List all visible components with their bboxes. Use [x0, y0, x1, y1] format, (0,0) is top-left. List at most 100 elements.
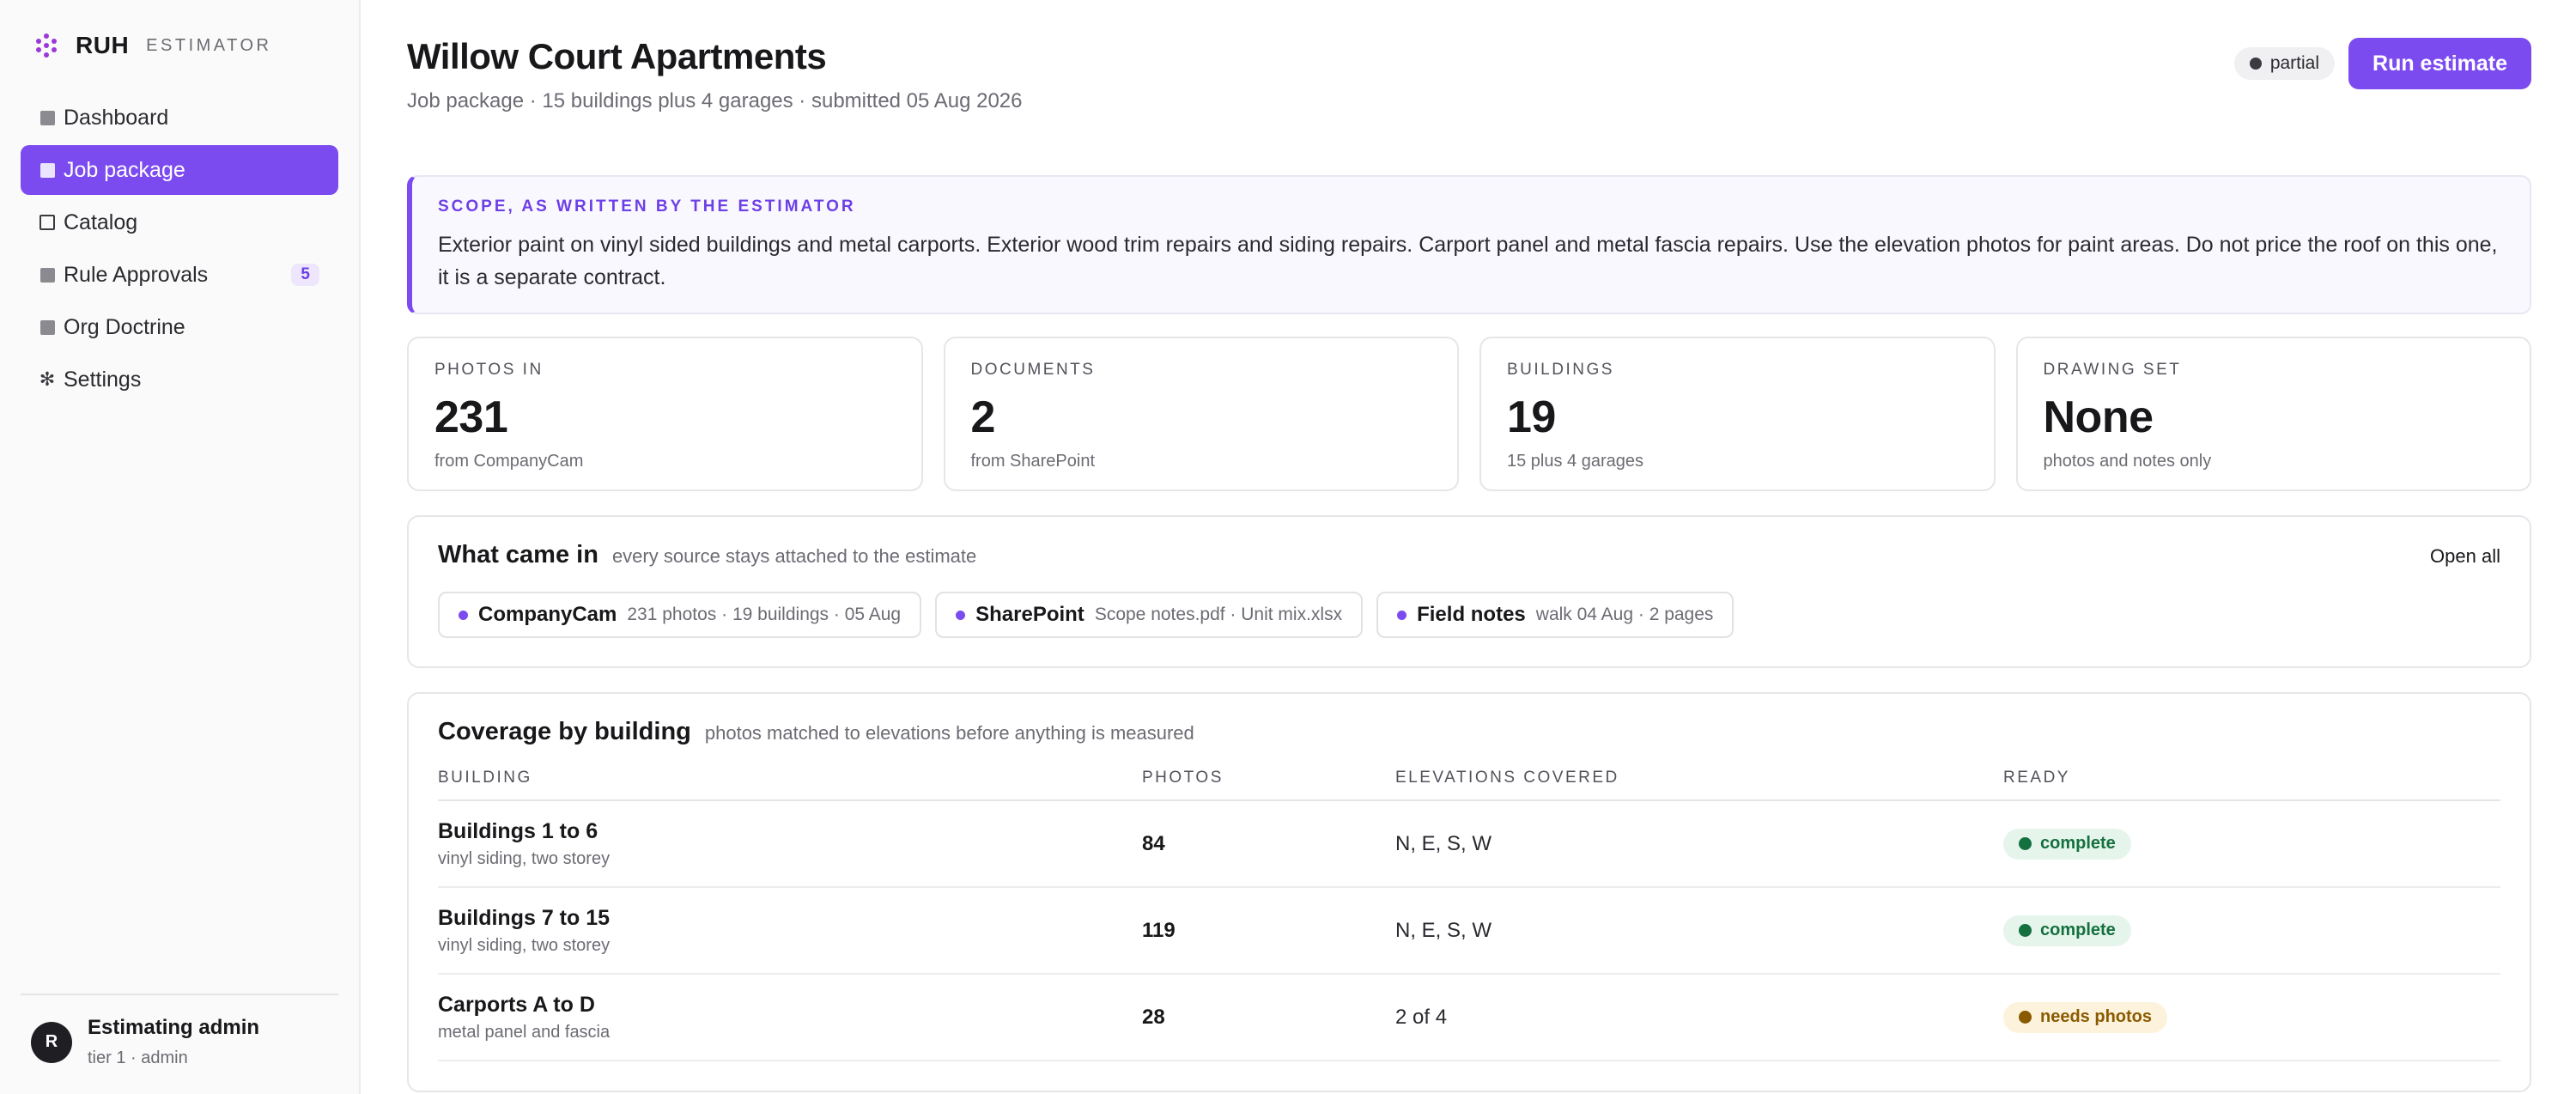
stat-value: None [2043, 392, 2154, 442]
run-estimate-button[interactable]: Run estimate [2348, 38, 2531, 89]
elevations-covered: N, E, S, W [1395, 831, 1492, 855]
table-row[interactable]: Buildings 7 to 15 vinyl siding, two stor… [438, 888, 2500, 975]
ready-label: complete [2040, 834, 2116, 853]
sidebar-item-settings[interactable]: ✻ Settings [21, 355, 338, 404]
sidebar-item-org-doctrine[interactable]: Org Doctrine [21, 302, 338, 352]
sidebar-item-label: Dashboard [64, 105, 169, 130]
building-name: Buildings 7 to 15 [438, 905, 611, 930]
sidebar-item-dashboard[interactable]: Dashboard [21, 93, 338, 143]
count-badge: 5 [291, 264, 319, 286]
column-header-photos: PHOTOS [1142, 769, 1224, 787]
column-header-ready: READY [2003, 769, 2070, 787]
column-header-building: BUILDING [438, 769, 532, 787]
scope-text: Exterior paint on vinyl sided buildings … [438, 233, 2498, 289]
stat-note: from CompanyCam [434, 452, 584, 471]
stat-label: DOCUMENTS [970, 361, 1096, 379]
open-all-link[interactable]: Open all [2430, 545, 2500, 568]
user-name: Estimating admin [88, 1016, 260, 1039]
user-profile[interactable]: R Estimating admin tier 1 · admin [21, 994, 338, 1068]
ready-status-badge: needs photos [2003, 1001, 2168, 1033]
source-meta: 231 photos · 19 buildings · 05 Aug [627, 605, 902, 624]
sources-card: What came in every source stays attached… [407, 515, 2531, 668]
source-list: CompanyCam 231 photos · 19 buildings · 0… [438, 592, 2500, 638]
stat-card-photos: PHOTOS IN 231 from CompanyCam [407, 337, 923, 491]
source-meta: walk 04 Aug · 2 pages [1535, 605, 1714, 624]
avatar: R [31, 1021, 72, 1063]
sidebar-item-job-package[interactable]: Job package [21, 145, 338, 195]
stat-label: PHOTOS IN [434, 361, 544, 379]
table-row[interactable]: Carports A to D metal panel and fascia 2… [438, 975, 2500, 1061]
stat-value: 2 [970, 392, 996, 442]
page-title: Willow Court Apartments [407, 36, 827, 76]
table-row[interactable]: Buildings 1 to 6 vinyl siding, two store… [438, 801, 2500, 888]
ready-label: complete [2040, 921, 2116, 939]
square-outline-icon [39, 215, 55, 230]
source-name: CompanyCam [478, 603, 617, 626]
sidebar: RUH ESTIMATOR Dashboard Job package Cata… [0, 0, 361, 1094]
photo-count: 119 [1142, 918, 1176, 942]
sidebar-item-label: Rule Approvals [64, 262, 209, 287]
stat-note: from SharePoint [970, 452, 1096, 471]
status-dot-icon [2019, 924, 2032, 937]
table-header: BUILDING PHOTOS ELEVATIONS COVERED READY [438, 769, 2500, 801]
source-chip-companycam[interactable]: CompanyCam 231 photos · 19 buildings · 0… [438, 592, 922, 638]
stat-card-drawing-set: DRAWING SET None photos and notes only [2015, 337, 2531, 491]
source-dot-icon [1397, 610, 1407, 620]
user-role: tier 1 · admin [88, 1048, 188, 1067]
scope-eyebrow: SCOPE, AS WRITTEN BY THE ESTIMATOR [438, 198, 856, 216]
stat-card-documents: DOCUMENTS 2 from SharePoint [943, 337, 1459, 491]
brand-name: RUH [76, 32, 130, 58]
square-filled-icon [39, 319, 55, 335]
photo-count: 28 [1142, 1005, 1165, 1029]
square-filled-icon [39, 162, 55, 178]
source-name: SharePoint [975, 603, 1084, 626]
square-filled-icon [39, 267, 55, 283]
stat-value: 19 [1507, 392, 1556, 442]
page-subtitle: Job package · 15 buildings plus 4 garage… [407, 89, 1023, 112]
brand-subtitle: ESTIMATOR [146, 35, 272, 55]
elevations-covered: 2 of 4 [1395, 1005, 1448, 1029]
source-meta: Scope notes.pdf · Unit mix.xlsx [1094, 605, 1343, 624]
column-header-elevations: ELEVATIONS COVERED [1395, 769, 1619, 787]
source-chip-field-notes[interactable]: Field notes walk 04 Aug · 2 pages [1376, 592, 1735, 638]
ready-label: needs photos [2040, 1007, 2153, 1026]
building-detail: metal panel and fascia [438, 1022, 611, 1042]
coverage-subtitle: photos matched to elevations before anyt… [704, 722, 1194, 744]
status-dot-icon [2019, 837, 2032, 850]
building-name: Carports A to D [438, 992, 595, 1017]
sidebar-item-label: Job package [64, 157, 185, 182]
building-name: Buildings 1 to 6 [438, 818, 598, 843]
source-dot-icon [956, 610, 966, 620]
sidebar-item-label: Catalog [64, 210, 138, 234]
coverage-title: Coverage by building [438, 718, 691, 745]
stat-label: BUILDINGS [1507, 361, 1614, 379]
source-dot-icon [459, 610, 468, 620]
stat-note: 15 plus 4 garages [1507, 452, 1644, 471]
main-content: Willow Court Apartments Job package · 15… [361, 0, 2576, 1094]
status-dot-icon [2249, 58, 2262, 70]
brand[interactable]: RUH ESTIMATOR [21, 32, 338, 58]
stat-label: DRAWING SET [2043, 361, 2182, 379]
sidebar-item-rule-approvals[interactable]: Rule Approvals 5 [21, 250, 338, 300]
building-detail: vinyl siding, two storey [438, 848, 611, 868]
coverage-card: Coverage by building photos matched to e… [407, 692, 2531, 1092]
stat-card-buildings: BUILDINGS 19 15 plus 4 garages [1479, 337, 1996, 491]
scope-card: SCOPE, AS WRITTEN BY THE ESTIMATOR Exter… [407, 175, 2531, 314]
sources-title: What came in [438, 541, 598, 568]
page-header: Willow Court Apartments Job package · 15… [407, 36, 2531, 139]
sources-subtitle: every source stays attached to the estim… [611, 545, 977, 567]
logo-icon [34, 33, 58, 58]
sidebar-item-label: Org Doctrine [64, 314, 185, 339]
status-label: partial [2269, 53, 2320, 73]
building-detail: vinyl siding, two storey [438, 935, 611, 955]
sidebar-nav: Dashboard Job package Catalog Rule Appro… [21, 93, 338, 407]
sidebar-item-catalog[interactable]: Catalog [21, 198, 338, 247]
source-chip-sharepoint[interactable]: SharePoint Scope notes.pdf · Unit mix.xl… [935, 592, 1364, 638]
ready-status-badge: complete [2003, 915, 2131, 946]
status-badge: partial [2233, 47, 2336, 80]
stat-value: 231 [434, 392, 508, 442]
photo-count: 84 [1142, 831, 1165, 855]
source-name: Field notes [1417, 603, 1526, 626]
sidebar-item-label: Settings [64, 367, 142, 392]
stat-note: photos and notes only [2043, 452, 2212, 471]
